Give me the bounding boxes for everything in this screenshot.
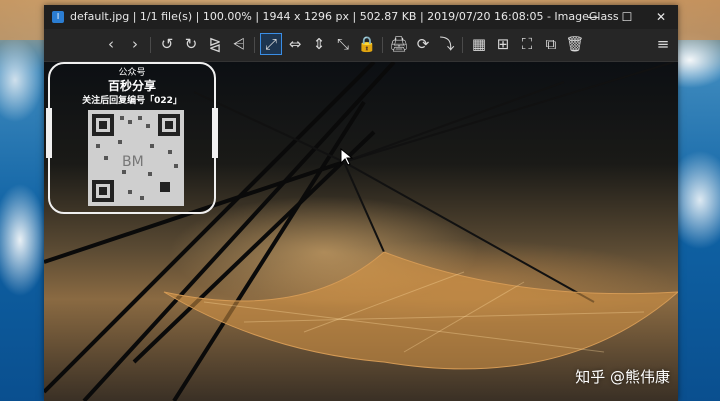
frame-handle-left: [46, 108, 52, 158]
auto-zoom-button[interactable]: ⤢: [260, 33, 282, 55]
frame-handle-right: [212, 108, 218, 158]
gallery-button[interactable]: ▦: [468, 33, 490, 55]
qr-logo-text: BM: [122, 154, 144, 170]
delete-button[interactable]: 🗑: [564, 33, 586, 55]
rotate-left-button[interactable]: ↺: [156, 33, 178, 55]
flip-horizontal-button[interactable]: ⧎: [204, 33, 226, 55]
main-menu-button[interactable]: ≡: [652, 33, 674, 55]
toolbar-separator: [462, 37, 463, 53]
overlay-account-name: 百秒分享: [107, 79, 156, 93]
app-icon: I: [52, 11, 64, 23]
refresh-button[interactable]: ⟳: [412, 33, 434, 55]
rotate-right-button[interactable]: ↻: [180, 33, 202, 55]
toolbar-separator: [382, 37, 383, 53]
next-image-button[interactable]: ›: [124, 33, 146, 55]
toolbar: ‹ › ↺ ↻ ⧎ ⩤ ⤢ ⇔ ⇕ ⤡ 🔒 🖨 ⟳ ⤵ ▦ ⊞ ⛶ ⧉ 🗑 ≡: [44, 29, 678, 62]
previous-image-button[interactable]: ‹: [100, 33, 122, 55]
slideshow-button[interactable]: ⛶: [516, 33, 538, 55]
close-button[interactable]: ✕: [644, 5, 678, 29]
zhihu-watermark: 知乎 @熊伟康: [575, 368, 670, 386]
scale-to-height-button[interactable]: ⇕: [308, 33, 330, 55]
goto-image-button[interactable]: ⤵: [436, 33, 458, 55]
maximize-button[interactable]: ☐: [610, 5, 644, 29]
flip-vertical-button[interactable]: ⩤: [228, 33, 250, 55]
title-bar[interactable]: I default.jpg | 1/1 file(s) | 100.00% | …: [44, 5, 678, 29]
print-icon[interactable]: 🖨: [388, 33, 410, 55]
wechat-qr-overlay: 公众号 百秒分享 关注后回复编号「022」 BM: [46, 62, 218, 214]
qr-code-pattern: BM: [88, 110, 184, 206]
window-title: default.jpg | 1/1 file(s) | 100.00% | 19…: [70, 10, 619, 23]
overlay-instruction: 关注后回复编号「022」: [82, 96, 182, 106]
scale-to-width-button[interactable]: ⇔: [284, 33, 306, 55]
lock-zoom-button[interactable]: 🔒: [356, 33, 378, 55]
minimize-button[interactable]: —: [576, 5, 610, 29]
qr-code: BM: [88, 110, 184, 206]
mouse-cursor-icon: [340, 148, 354, 166]
toolbar-separator: [254, 37, 255, 53]
thumbnails-button[interactable]: ⊞: [492, 33, 514, 55]
full-screen-button[interactable]: ⧉: [540, 33, 562, 55]
toolbar-separator: [150, 37, 151, 53]
scale-to-fit-button[interactable]: ⤡: [332, 33, 354, 55]
